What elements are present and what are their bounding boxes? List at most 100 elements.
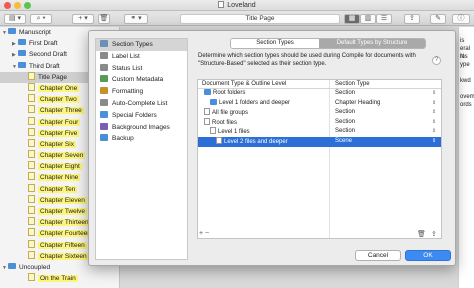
binder-toggle-button[interactable]: ▤ ▾ <box>4 14 26 24</box>
document-type-label: Level 1 folders and deeper <box>219 99 291 106</box>
binder-item-label: Second Draft <box>29 51 67 59</box>
add-remove-controls[interactable]: + − <box>199 230 209 237</box>
table-header: Document Type & Outline Level Section Ty… <box>198 80 441 89</box>
section-type-popup[interactable]: Chapter Heading <box>335 99 380 109</box>
settings-category-label: Special Folders <box>112 111 157 119</box>
binder-item-label: Chapter Sixteen <box>38 252 89 260</box>
document-icon <box>28 138 35 147</box>
settings-category-label: Background Images <box>112 123 170 131</box>
binder-item[interactable]: On the Train <box>0 273 119 284</box>
search-button[interactable]: ⌕ ▾ <box>30 14 52 24</box>
section-type-popup[interactable]: Section <box>335 108 355 118</box>
ok-button[interactable]: OK <box>405 250 451 261</box>
file-icon <box>204 117 210 125</box>
section-type-popup[interactable]: Section <box>335 118 355 128</box>
document-title-field: Title Page <box>180 14 340 24</box>
document-icon <box>28 273 35 282</box>
zoom-window-button[interactable] <box>24 2 31 9</box>
binder-item-label: Manuscript <box>19 29 51 36</box>
folder-icon <box>8 262 16 269</box>
settings-category-label: Label List <box>112 52 140 60</box>
inspector-button[interactable]: ⓘ <box>452 14 470 24</box>
section-types-icon <box>100 40 108 47</box>
binder-item-label: Chapter One <box>38 84 80 92</box>
settings-category-custom-metadata[interactable]: Custom Metadata <box>96 74 187 86</box>
tab-section-types[interactable]: Section Types <box>231 39 319 48</box>
document-icon <box>28 105 35 114</box>
help-button[interactable]: ? <box>432 56 441 65</box>
settings-category-label: Custom Metadata <box>112 76 164 84</box>
settings-category-label: Formatting <box>112 88 144 96</box>
document-type-label: Level 2 files and deeper <box>224 138 288 145</box>
table-row[interactable]: Level 1 folders and deeper Chapter Headin… <box>198 98 441 109</box>
table-row[interactable]: Root files Section ⇕ <box>198 117 441 128</box>
trash-icon[interactable]: 🗑 <box>417 230 426 238</box>
document-icon <box>28 194 35 203</box>
settings-category-status-list[interactable]: Status List <box>96 63 187 75</box>
project-settings-dialog: Section Types Label List Status List Custom… <box>88 30 456 266</box>
inspector-text-fragment <box>459 85 474 93</box>
background-images-icon <box>100 122 108 130</box>
popup-arrows-icon[interactable]: ⇕ <box>432 108 436 118</box>
inspector-text-fragment: is <box>460 38 465 44</box>
binder-item-label: Chapter Ten <box>38 185 78 193</box>
settings-category-label: Status List <box>112 64 143 72</box>
popup-arrows-icon[interactable]: ⇕ <box>432 99 436 109</box>
document-type-cell: Root folders <box>204 89 245 99</box>
view-mode-scrivenings-button[interactable]: ▦ <box>344 14 360 24</box>
minimize-window-button[interactable] <box>14 2 21 9</box>
document-icon <box>28 127 35 136</box>
table-row[interactable]: Root folders Section ⇕ <box>198 89 441 99</box>
compile-button[interactable]: ⇪ <box>404 14 420 24</box>
document-icon <box>28 206 35 214</box>
popup-arrows-icon[interactable]: ⇕ <box>432 127 436 137</box>
inspector-panel: is eral Nins ype kwd ovemb ords <box>458 27 474 288</box>
document-icon <box>28 183 35 192</box>
document-type-label: All file groups <box>212 110 249 117</box>
close-window-button[interactable] <box>4 2 11 9</box>
label-list-icon <box>100 51 108 59</box>
comments-button[interactable]: ✎ <box>430 14 446 24</box>
trash-button[interactable]: 🗑 <box>98 14 110 24</box>
inspector-text-fragment: ovemb <box>460 94 474 100</box>
status-list-icon <box>100 63 108 71</box>
table-row[interactable]: All file groups Section ⇕ <box>198 108 441 118</box>
table-row[interactable]: Level 2 files and deeper Scene ⇕ <box>198 136 441 148</box>
inspector-text-fragment: kwd <box>460 78 471 84</box>
section-type-popup[interactable]: Section <box>335 127 355 137</box>
link-button[interactable]: ⚭ ▾ <box>124 14 148 24</box>
settings-category-formatting[interactable]: Formatting <box>96 86 187 98</box>
popup-arrows-icon[interactable]: ⇕ <box>432 89 436 99</box>
view-mode-outline-button[interactable]: ☰ <box>376 14 392 24</box>
document-type-label: Level 1 files <box>218 129 250 136</box>
special-folders-icon <box>100 110 108 118</box>
settings-category-backup[interactable]: Backup <box>96 133 187 145</box>
binder-item-label: Chapter Two <box>38 96 79 104</box>
settings-category-section-types[interactable]: Section Types <box>96 39 187 51</box>
column-header-document-type[interactable]: Document Type & Outline Level <box>202 80 286 89</box>
folder-icon <box>18 61 26 68</box>
table-row[interactable]: Level 1 files Section ⇕ <box>198 127 441 137</box>
settings-category-auto-complete[interactable]: Auto-Complete List <box>96 98 187 110</box>
settings-category-background-images[interactable]: Background Images <box>96 122 187 134</box>
inspector-text-fragment: ype <box>460 62 470 68</box>
settings-category-label-list[interactable]: Label List <box>96 51 187 63</box>
column-header-section-type[interactable]: Section Type <box>335 80 370 89</box>
view-mode-corkboard-button[interactable]: ▥ <box>360 14 376 24</box>
document-type-cell: Level 2 files and deeper <box>216 136 288 148</box>
document-icon <box>28 116 35 125</box>
binder-item-label: Chapter Nine <box>38 174 81 182</box>
share-icon[interactable]: ⇪ <box>431 230 437 238</box>
section-type-popup[interactable]: Scene <box>335 137 352 147</box>
document-icon <box>218 1 225 8</box>
section-type-popup[interactable]: Section <box>335 89 355 99</box>
popup-arrows-icon[interactable]: ⇕ <box>432 137 436 147</box>
inspector-text-fragment: eral N <box>460 46 471 60</box>
binder-item-label: Third Draft <box>29 62 60 70</box>
add-button[interactable]: + ▾ <box>72 14 94 24</box>
structure-type-table: Document Type & Outline Level Section Ty… <box>197 79 442 239</box>
popup-arrows-icon[interactable]: ⇕ <box>432 118 436 128</box>
cancel-button[interactable]: Cancel <box>355 250 401 261</box>
settings-category-special-folders[interactable]: Special Folders <box>96 110 187 122</box>
tab-default-types-by-structure[interactable]: Default Types by Structure <box>319 39 425 48</box>
